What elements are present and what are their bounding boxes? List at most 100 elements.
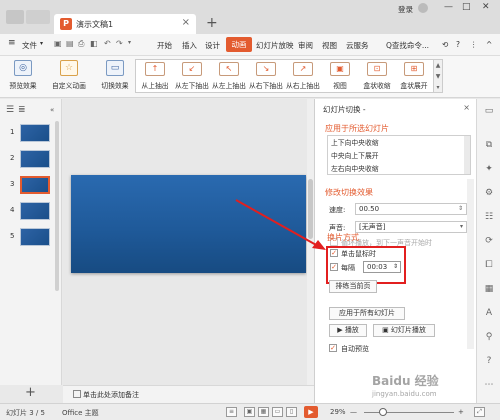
notes-placeholder[interactable]: 单击此处添加备注 <box>83 390 139 400</box>
sound-select[interactable]: [无声音] ▾ <box>355 221 467 233</box>
avatar[interactable] <box>418 3 428 13</box>
canvas-scroll-thumb[interactable] <box>308 179 313 239</box>
effect-wipe-upper-right[interactable]: ↗ 从右上抽出 <box>286 62 320 90</box>
minimize-button[interactable]: — <box>444 2 453 12</box>
switch-effect-button[interactable]: ▭ 切换效果 <box>98 60 132 90</box>
effect-wipe-upper-left[interactable]: ↖ 从左上抽出 <box>212 62 246 90</box>
share-icon[interactable]: ⟲ <box>442 40 448 49</box>
login-link[interactable]: 登录 <box>398 4 413 15</box>
folder-icon[interactable]: ▤ <box>66 39 74 48</box>
slideshow-button[interactable]: ▣ 幻灯片播放 <box>373 324 435 337</box>
notes-bar[interactable]: 单击此处添加备注 <box>63 385 314 403</box>
menu-home[interactable]: 开始 <box>157 40 172 51</box>
slide-thumbnail[interactable] <box>20 176 50 194</box>
slide-thumb[interactable]: 2 <box>0 148 62 170</box>
chevron-down-icon[interactable]: ▾ <box>128 39 131 46</box>
pane-title[interactable]: 幻灯片切换 - <box>323 104 366 115</box>
transition-list[interactable]: 上下向中央收缩 中央向上下展开 左右向中央收缩 <box>327 135 471 175</box>
chevron-down-icon[interactable]: ▾ <box>40 40 43 47</box>
on-click-checkbox[interactable]: ✓ <box>330 249 338 257</box>
template-icon[interactable]: ▦ <box>482 283 496 295</box>
blurred-tab[interactable] <box>6 10 24 24</box>
spinner-arrows-icon[interactable]: ⇕ <box>393 262 398 272</box>
apply-all-button[interactable]: 应用于所有幻灯片 <box>329 307 405 320</box>
preview-icon[interactable]: ◧ <box>90 39 98 48</box>
sorter-view-icon[interactable]: ▦ <box>258 407 269 417</box>
rehearse-button[interactable]: 排练当前页 <box>329 280 377 293</box>
zoom-out-button[interactable]: — <box>350 408 357 416</box>
menu-review[interactable]: 审阅 <box>298 40 313 51</box>
text-icon[interactable]: A <box>482 307 496 319</box>
outline-view-icon[interactable]: ≣ <box>18 105 26 115</box>
zoom-slider[interactable] <box>364 412 454 413</box>
undo-icon[interactable]: ↶ <box>104 39 111 48</box>
effect-wipe-lower-right[interactable]: ↘ 从右下抽出 <box>249 62 283 90</box>
play-slideshow-button[interactable]: ▶ <box>304 406 318 418</box>
list-scrollbar[interactable] <box>464 136 470 174</box>
share-icon[interactable]: ⚲ <box>482 331 496 343</box>
menu-design[interactable]: 设计 <box>205 40 220 51</box>
slide-thumbnail[interactable] <box>20 202 50 220</box>
add-slide-button[interactable]: + <box>25 385 36 400</box>
slide-thumbnail[interactable] <box>20 150 50 168</box>
close-window-button[interactable]: ✕ <box>482 2 490 12</box>
animation-icon[interactable]: ✦ <box>482 163 496 175</box>
theme-name[interactable]: Office 主题 <box>62 408 99 418</box>
redo-icon[interactable]: ↷ <box>116 39 123 48</box>
list-item[interactable]: 左右向中央收缩 <box>331 163 379 173</box>
slide-thumb[interactable]: 5 <box>0 226 62 248</box>
effects-scroll[interactable]: ▲ ▼ ▾ <box>434 59 443 93</box>
help-icon[interactable]: ? <box>482 355 496 367</box>
play-button[interactable]: ▶ 播放 <box>329 324 367 337</box>
slide-thumb[interactable]: 1 <box>0 122 62 144</box>
zoom-in-button[interactable]: + <box>458 408 464 416</box>
menu-slideshow[interactable]: 幻灯片放映 <box>256 40 294 51</box>
list-item[interactable]: 中央向上下展开 <box>331 150 379 160</box>
zoom-slider-knob[interactable] <box>379 408 387 416</box>
slide-thumb[interactable]: 4 <box>0 200 62 222</box>
blurred-tab[interactable] <box>26 10 50 24</box>
reading-view-icon[interactable]: ▭ <box>272 407 283 417</box>
slide-thumbnail[interactable] <box>20 228 50 246</box>
menu-icon[interactable]: ≡ <box>8 38 16 48</box>
present-view-icon[interactable]: ▯ <box>286 407 297 417</box>
autopreview-checkbox[interactable]: ✓ <box>329 344 337 352</box>
help-icon[interactable]: ? <box>456 40 460 49</box>
sliders-icon[interactable]: ☷ <box>482 211 496 223</box>
zoom-level[interactable]: 29% <box>330 408 346 416</box>
spinner-arrows-icon[interactable]: ⇕ <box>458 204 463 214</box>
normal-view-icon[interactable]: ▣ <box>244 407 255 417</box>
interval-checkbox[interactable]: ✓ <box>330 263 338 271</box>
backup-icon[interactable]: ⟳ <box>482 235 496 247</box>
menu-insert[interactable]: 插入 <box>182 40 197 51</box>
save-icon[interactable]: ▣ <box>54 39 62 48</box>
pane-scrollbar[interactable] <box>467 179 474 349</box>
interval-spinner[interactable]: 00:03 ⇕ <box>363 261 401 273</box>
preview-effect-button[interactable]: ◎ 预览效果 <box>6 60 40 90</box>
menu-animation[interactable]: 动画 <box>226 37 252 52</box>
close-icon[interactable]: × <box>463 103 470 112</box>
notes-toggle-icon[interactable]: ≡ <box>226 407 237 417</box>
fit-window-icon[interactable]: ⤢ <box>474 407 485 417</box>
maximize-button[interactable]: □ <box>462 2 471 12</box>
close-tab-icon[interactable]: × <box>182 17 190 28</box>
more-icon[interactable]: ⋮ <box>470 40 478 49</box>
slide-thumb-selected[interactable]: 3 <box>0 174 62 196</box>
thumbnail-view-icon[interactable]: ☰ <box>6 105 14 115</box>
panel-toggle-icon[interactable]: ▭ <box>482 105 496 117</box>
new-tab-button[interactable]: + <box>206 15 218 31</box>
thumbnail-scrollbar[interactable] <box>55 121 59 291</box>
crop-icon[interactable]: ⧠ <box>482 259 496 271</box>
transition-icon[interactable]: ⧉ <box>482 139 496 151</box>
effect-view[interactable]: ▣ 视图 <box>323 62 357 90</box>
effect-box-in[interactable]: ⊡ 盒状收缩 <box>360 62 394 90</box>
current-slide[interactable] <box>71 175 306 273</box>
effect-box-out[interactable]: ⊞ 盒状展开 <box>397 62 431 90</box>
effect-wipe-lower-left[interactable]: ↙ 从左下抽出 <box>175 62 209 90</box>
collapse-ribbon-icon[interactable]: ^ <box>486 40 492 49</box>
print-icon[interactable]: ⎙ <box>78 39 84 49</box>
speed-spinner[interactable]: 00.50 ⇕ <box>355 203 467 215</box>
settings-icon[interactable]: ⚙ <box>482 187 496 199</box>
menu-file[interactable]: 文件 <box>22 40 37 51</box>
chevron-down-icon[interactable]: ▾ <box>460 222 463 232</box>
